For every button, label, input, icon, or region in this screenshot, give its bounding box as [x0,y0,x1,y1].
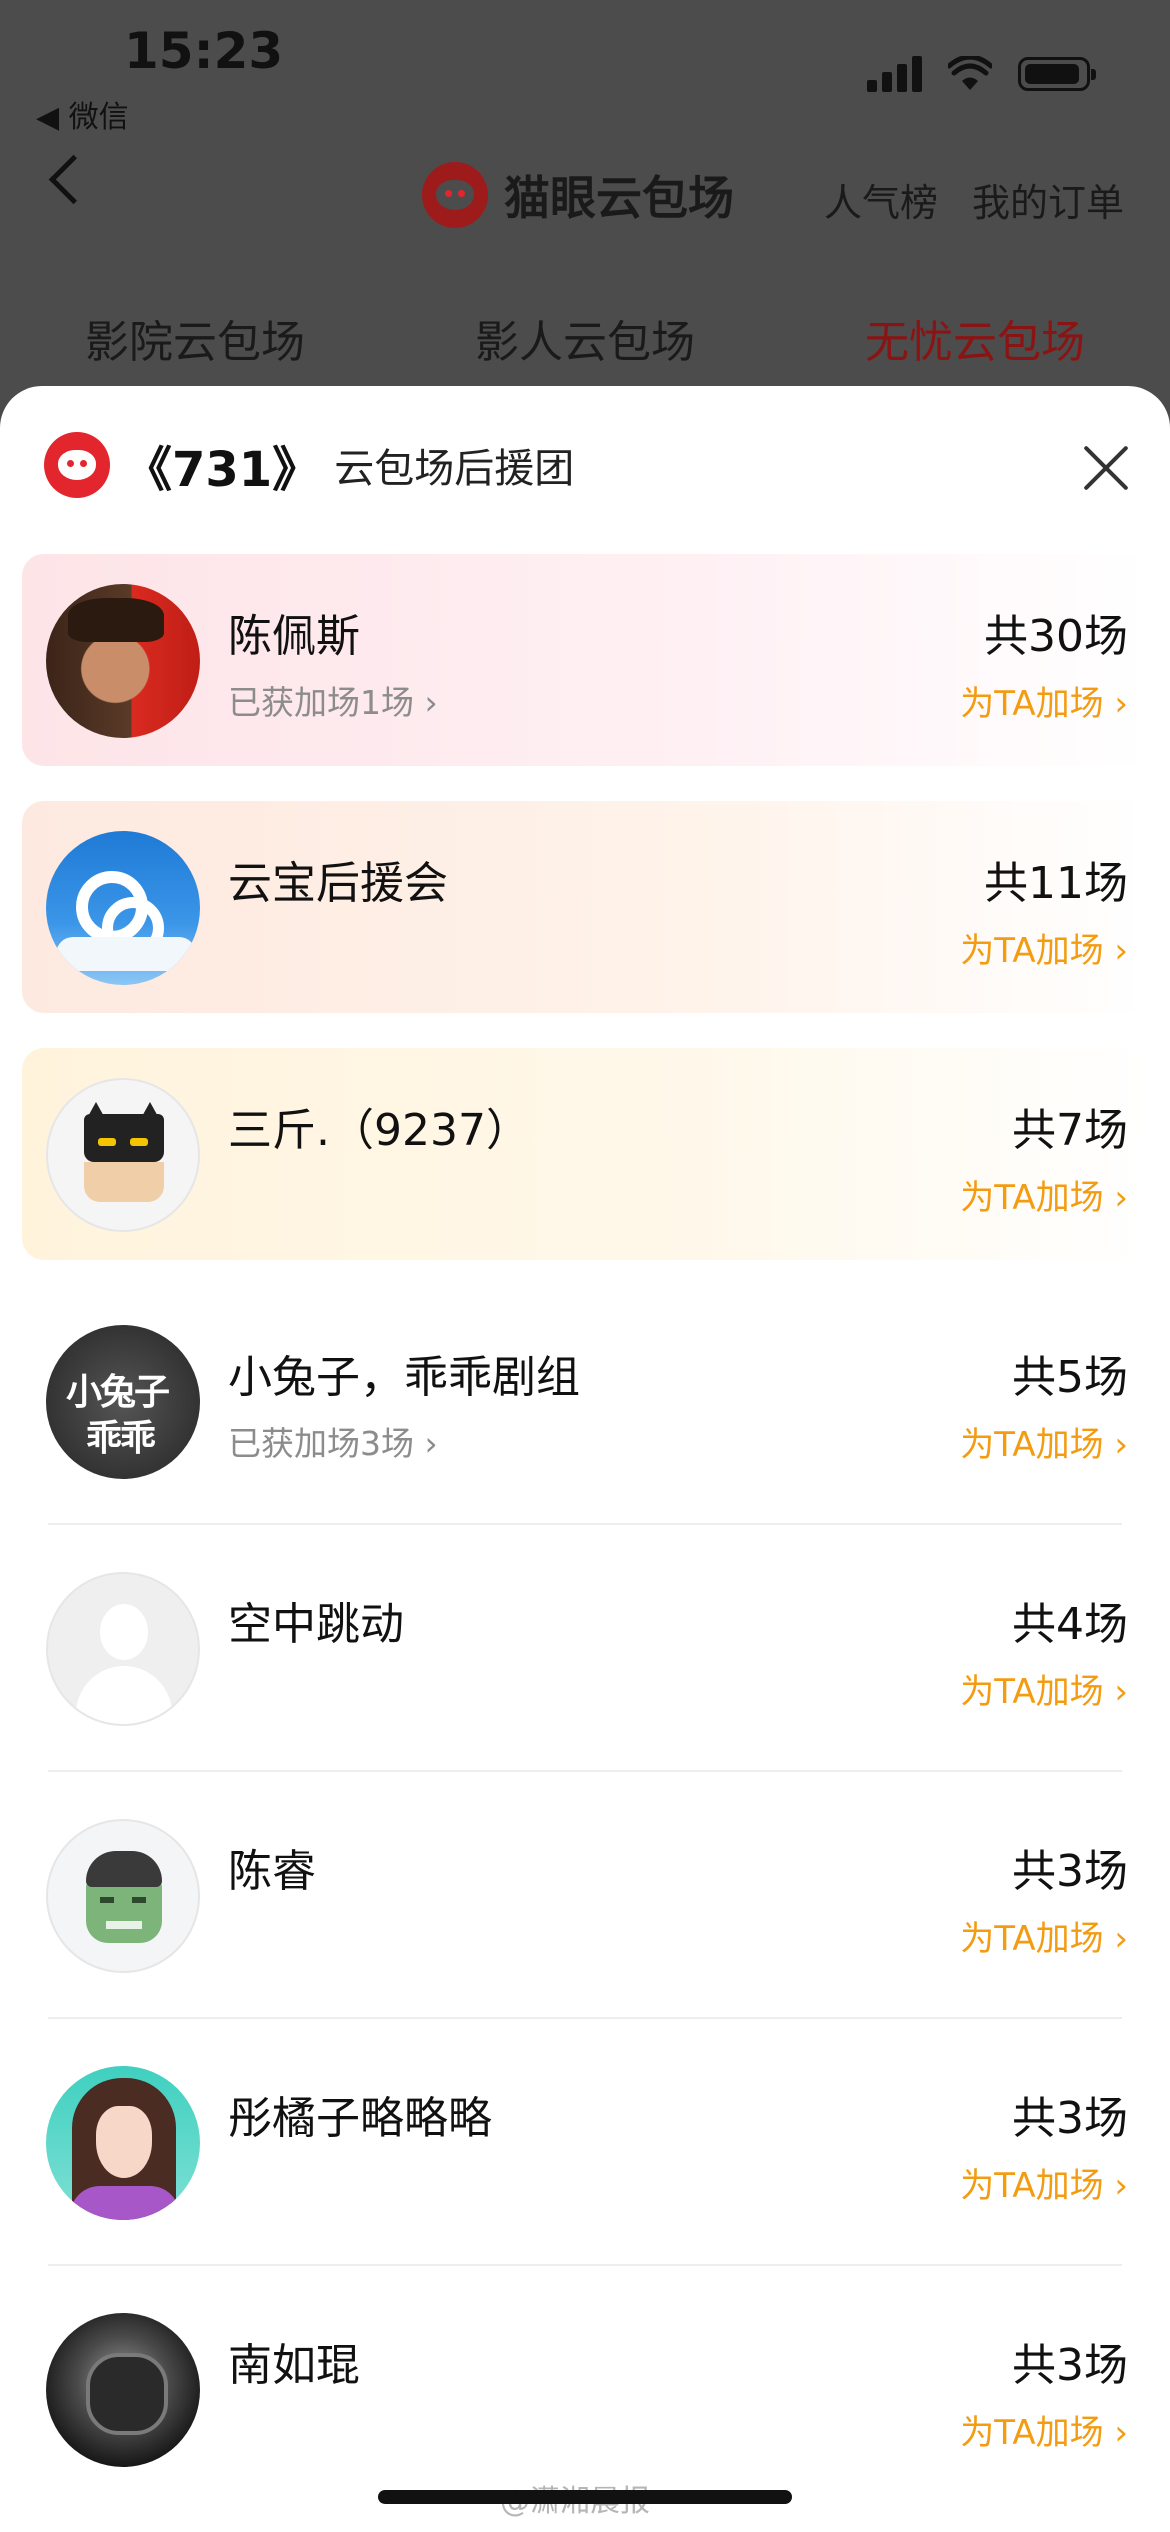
status-icons [867,56,1096,92]
list-item[interactable]: 陈睿 共3场 为TA加场 › [22,1789,1148,2019]
supporter-name: 三斤.（9237） [228,1105,530,1156]
add-session-button[interactable]: 为TA加场 › [960,1664,1128,1713]
avatar [46,831,200,985]
supporter-name: 彤橘子略略略 [228,2093,492,2144]
list-item[interactable]: 陈佩斯 已获加场1场 › 共30场 为TA加场 › [22,554,1148,766]
status-time: 15:23 [124,22,284,80]
list-item[interactable]: 南如琨 共3场 为TA加场 › [22,2283,1148,2495]
close-icon[interactable] [1084,446,1128,490]
popularity-rank-link[interactable]: 人气榜 [824,172,938,227]
maoyan-cat-icon [44,432,110,498]
session-count: 共30场 [984,611,1128,662]
gained-link[interactable]: 已获加场1场 › [228,676,438,724]
supporter-name: 陈佩斯 [228,611,360,662]
avatar [46,1572,200,1726]
session-count: 共3场 [1012,1846,1128,1897]
add-session-button[interactable]: 为TA加场 › [960,1417,1128,1466]
session-count: 共3场 [1012,2340,1128,2391]
nav-title: 猫眼云包场 [422,162,734,228]
wifi-icon [948,56,992,90]
avatar [46,584,200,738]
cellular-signal-icon [867,56,922,92]
session-count: 共11场 [984,858,1128,909]
supporter-name: 陈睿 [228,1846,316,1897]
sheet-title: 云包场后援团 [334,446,575,492]
session-count: 共7场 [1012,1105,1128,1156]
list-item[interactable]: 空中跳动 共4场 为TA加场 › [22,1542,1148,1772]
my-orders-link[interactable]: 我的订单 [972,172,1124,227]
supporters-list: 陈佩斯 已获加场1场 › 共30场 为TA加场 › 云宝后援会 共11场 为TA… [22,554,1148,2530]
list-item[interactable]: 三斤.（9237） 共7场 为TA加场 › [22,1048,1148,1260]
battery-icon [1018,57,1096,91]
back-to-wechat[interactable]: ◀ 微信 [36,92,129,136]
add-session-button[interactable]: 为TA加场 › [960,1911,1128,1960]
add-session-button[interactable]: 为TA加场 › [960,1170,1128,1219]
session-count: 共3场 [1012,2093,1128,2144]
maoyan-logo-icon [422,162,488,228]
nav-links: 人气榜 我的订单 [824,172,1124,227]
list-item[interactable]: 彤橘子略略略 共3场 为TA加场 › [22,2036,1148,2266]
supporter-name: 南如琨 [228,2340,360,2391]
sheet-header: 《731》 云包场后援团 [44,430,574,500]
background-page: 15:23 ◀ 微信 猫眼云包场 人气榜 我的订单 影院云包场 影人云包场 无忧… [0,0,1170,400]
session-count: 共5场 [1012,1352,1128,1403]
add-session-button[interactable]: 为TA加场 › [960,676,1128,725]
gained-link[interactable]: 已获加场3场 › [228,1417,438,1465]
list-item[interactable]: 小兔子 乖乖 小兔子，乖乖剧组 已获加场3场 › 共5场 为TA加场 › [22,1295,1148,1525]
avatar [46,1819,200,1973]
category-tabs: 影院云包场 影人云包场 无忧云包场 [0,306,1170,370]
nav-back-icon[interactable] [48,154,99,205]
add-session-button[interactable]: 为TA加场 › [960,923,1128,972]
add-session-button[interactable]: 为TA加场 › [960,2405,1128,2454]
tab-cinema[interactable]: 影院云包场 [85,306,305,370]
tab-worry-free[interactable]: 无忧云包场 [865,306,1085,370]
nav-title-text: 猫眼云包场 [504,171,734,225]
supporter-name: 云宝后援会 [228,858,448,909]
home-indicator[interactable] [378,2490,792,2504]
add-session-button[interactable]: 为TA加场 › [960,2158,1128,2207]
supporter-name: 空中跳动 [228,1599,404,1650]
tab-celebrity[interactable]: 影人云包场 [475,306,695,370]
supporter-name: 小兔子，乖乖剧组 [228,1352,580,1403]
list-item[interactable]: 云宝后援会 共11场 为TA加场 › [22,801,1148,1013]
avatar [46,1078,200,1232]
avatar: 小兔子 乖乖 [46,1325,200,1479]
supporters-sheet: 《731》 云包场后援团 陈佩斯 已获加场1场 › 共30场 为TA加场 › 云… [0,386,1170,2532]
avatar [46,2313,200,2467]
session-count: 共4场 [1012,1599,1128,1650]
avatar [46,2066,200,2220]
movie-title: 《731》 [124,442,321,498]
